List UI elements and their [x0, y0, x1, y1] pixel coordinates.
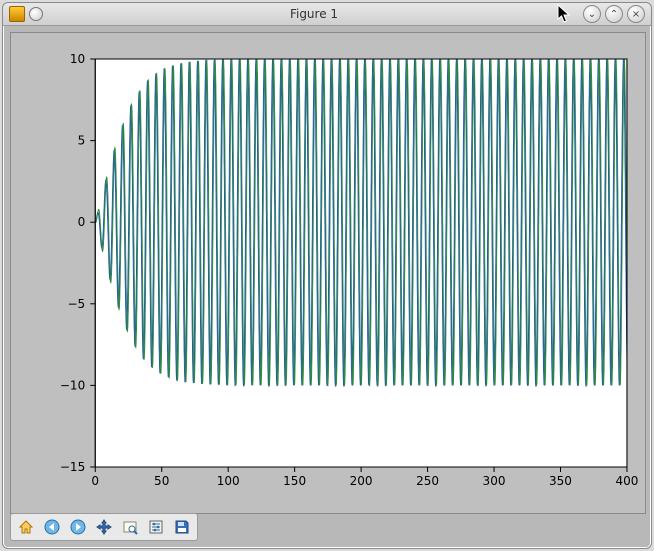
plot-svg: 0 50 100 150 200 250 300 350 400 −15 −10 −5 0 5 10 [17, 39, 639, 507]
sliders-icon [148, 519, 164, 535]
svg-text:0: 0 [78, 215, 86, 229]
svg-text:100: 100 [217, 474, 240, 488]
save-button[interactable] [169, 515, 195, 539]
svg-text:300: 300 [483, 474, 506, 488]
svg-text:0: 0 [91, 474, 99, 488]
titlebar[interactable]: Figure 1 ⌄ ⌃ × [3, 3, 651, 26]
forward-button[interactable] [65, 515, 91, 539]
pin-icon[interactable] [29, 7, 43, 21]
move-icon [96, 519, 112, 535]
zoom-rect-icon [122, 519, 138, 535]
svg-text:−5: −5 [67, 297, 85, 311]
arrow-left-icon [44, 519, 60, 535]
subplots-button[interactable] [143, 515, 169, 539]
mpl-toolbar [10, 513, 198, 541]
svg-text:10: 10 [70, 52, 85, 66]
pan-button[interactable] [91, 515, 117, 539]
home-button[interactable] [13, 515, 39, 539]
svg-text:400: 400 [615, 474, 638, 488]
floppy-icon [174, 519, 190, 535]
svg-text:250: 250 [416, 474, 439, 488]
window-title: Figure 1 [49, 7, 579, 21]
maximize-button[interactable]: ⌃ [605, 5, 623, 23]
svg-text:5: 5 [78, 134, 86, 148]
svg-text:−10: −10 [60, 378, 85, 392]
minimize-button[interactable]: ⌄ [583, 5, 601, 23]
svg-text:150: 150 [283, 474, 306, 488]
svg-text:350: 350 [549, 474, 572, 488]
app-icon [9, 6, 25, 22]
figure-window: Figure 1 ⌄ ⌃ × 050100150200250300350400−… [2, 2, 652, 549]
home-icon [18, 519, 34, 535]
svg-text:50: 50 [154, 474, 169, 488]
svg-text:200: 200 [350, 474, 373, 488]
svg-text:−15: −15 [60, 460, 85, 474]
back-button[interactable] [39, 515, 65, 539]
close-button[interactable]: × [627, 5, 645, 23]
zoom-button[interactable] [117, 515, 143, 539]
arrow-right-icon [70, 519, 86, 535]
figure-area: 0 50 100 150 200 250 300 350 400 −15 −10 −5 0 5 10 [10, 32, 646, 514]
plot-canvas[interactable]: 0 50 100 150 200 250 300 350 400 −15 −10 −5 0 5 10 [17, 39, 639, 507]
